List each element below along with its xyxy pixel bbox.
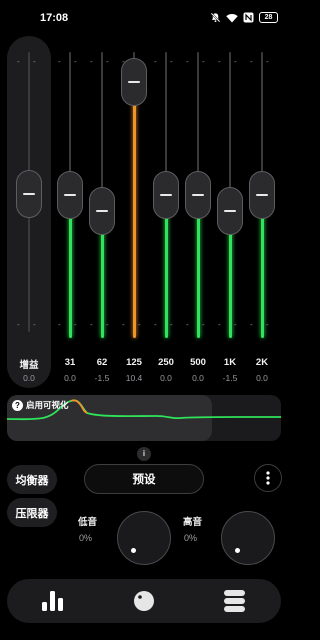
nfc-icon <box>243 12 254 23</box>
help-icon[interactable]: ? <box>12 399 23 411</box>
band-label: 250 <box>158 357 174 368</box>
band-bottom-mark: - - <box>218 320 237 329</box>
treble-value: 0% <box>184 533 198 543</box>
bass-knob-indicator <box>131 548 136 553</box>
layers-menu-icon[interactable] <box>224 590 245 612</box>
band-bottom-mark: - - <box>154 320 173 329</box>
band-slider-thumb[interactable] <box>153 171 179 219</box>
visualizer-label: ? 启用可视化 <box>12 399 69 411</box>
band-bottom-mark: - - <box>250 320 269 329</box>
mute-bell-icon <box>210 12 221 23</box>
band-bottom-mark: - - <box>122 320 141 329</box>
bass-knob[interactable] <box>117 511 171 565</box>
band-bottom-mark: - - <box>90 320 109 329</box>
band-value: 0.0 <box>64 373 76 383</box>
band-label: 125 <box>126 357 142 368</box>
band-label: 62 <box>96 357 108 368</box>
gain-value: 0.0 <box>23 373 35 383</box>
band-label: 2K <box>255 357 269 368</box>
more-options-button[interactable] <box>254 464 282 492</box>
treble-knob-indicator <box>235 548 240 553</box>
band-slider-thumb[interactable] <box>217 187 243 236</box>
bass-value: 0% <box>79 533 93 543</box>
visualizer-panel[interactable]: ? 启用可视化 <box>7 395 281 441</box>
more-vertical-icon <box>266 471 270 485</box>
gain-slider-thumb[interactable] <box>16 170 42 218</box>
band-label: 1K <box>223 357 237 368</box>
wifi-icon <box>226 13 238 22</box>
limiter-button[interactable]: 压限器 <box>7 498 57 527</box>
band-top-mark: - - <box>186 57 205 66</box>
band-value: 0.0 <box>192 373 204 383</box>
band-slider-thumb[interactable] <box>185 171 211 219</box>
band-top-mark: - - <box>250 57 269 66</box>
bottom-nav <box>7 579 281 623</box>
status-bar: 17:08 28 <box>0 0 288 36</box>
band-top-mark: - - <box>90 57 109 66</box>
band-bottom-mark: - - <box>186 320 205 329</box>
band-slider-thumb[interactable] <box>121 57 147 106</box>
status-time: 17:08 <box>40 12 69 24</box>
treble-knob[interactable] <box>221 511 275 565</box>
band-bottom-mark: - - <box>58 320 77 329</box>
band-label: 500 <box>190 357 206 368</box>
treble-label: 高音 <box>183 517 203 528</box>
bass-label: 低音 <box>78 517 98 528</box>
band-value: 0.0 <box>256 373 268 383</box>
gain-top-mark: - - <box>17 57 36 66</box>
band-slider-thumb[interactable] <box>57 171 83 219</box>
info-icon[interactable]: i <box>137 447 151 461</box>
battery-icon: 28 <box>259 12 278 23</box>
band-value: 0.0 <box>160 373 172 383</box>
band-slider-thumb[interactable] <box>249 171 275 219</box>
band-label: 31 <box>64 357 76 368</box>
preset-button[interactable]: 预设 <box>84 464 204 494</box>
equalizer-bars-icon[interactable] <box>42 591 64 611</box>
band-top-mark: - - <box>154 57 173 66</box>
band-level-fill <box>132 81 136 338</box>
equalizer-button[interactable]: 均衡器 <box>7 465 57 494</box>
band-value: -1.5 <box>94 373 110 383</box>
status-icons: 28 <box>210 12 278 23</box>
visualizer-label-text: 启用可视化 <box>26 400 69 410</box>
band-value: -1.5 <box>222 373 238 383</box>
gain-label: 增益 <box>19 360 39 371</box>
knob-icon[interactable] <box>133 590 155 612</box>
gain-bottom-mark: - - <box>17 320 36 329</box>
band-top-mark: - - <box>218 57 237 66</box>
band-top-mark: - - <box>58 57 77 66</box>
band-slider-thumb[interactable] <box>89 187 115 236</box>
band-value: 10.4 <box>125 373 143 383</box>
